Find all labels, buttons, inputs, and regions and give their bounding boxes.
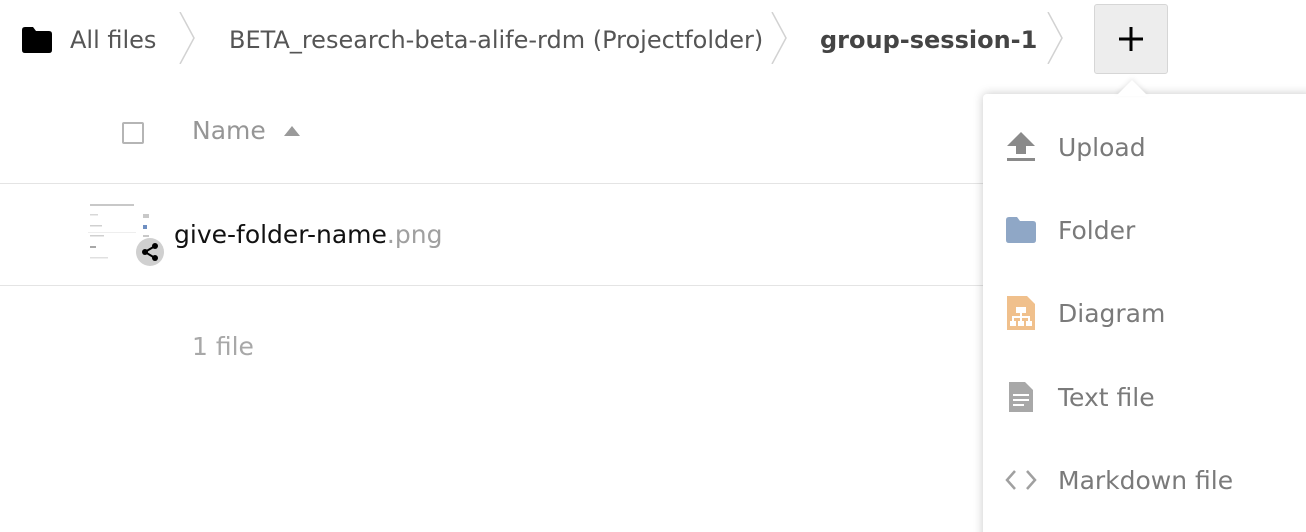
menu-item-diagram[interactable]: Diagram (983, 278, 1306, 348)
menu-item-label: Upload (1058, 132, 1146, 162)
chevron-right-icon (179, 12, 195, 64)
share-icon (142, 243, 158, 261)
breadcrumb-label: All files (70, 26, 157, 54)
share-badge[interactable] (136, 238, 164, 266)
breadcrumb-all-files[interactable]: All files (22, 0, 156, 80)
upload-icon (1005, 129, 1037, 165)
folder-icon (1005, 212, 1037, 248)
menu-item-label: Diagram (1058, 298, 1166, 328)
menu-item-label: Folder (1058, 215, 1136, 245)
add-new-button[interactable] (1094, 4, 1168, 74)
menu-item-label: Markdown file (1058, 465, 1234, 495)
files-app: All files BETA_research-beta-alife-rdm (… (0, 0, 1306, 532)
sort-ascending-icon (283, 125, 300, 136)
file-name-link[interactable]: give-folder-name.png (174, 220, 442, 249)
select-all-checkbox[interactable] (122, 122, 144, 144)
folder-home-icon (22, 27, 52, 53)
breadcrumb-label: group-session-1 (820, 26, 1038, 54)
breadcrumb-current-folder[interactable]: group-session-1 (820, 0, 1037, 80)
markdown-icon (1005, 462, 1037, 498)
new-file-menu: Upload Folder Diagram Text file Markdown… (983, 94, 1306, 532)
sort-by-name-header[interactable]: Name (192, 116, 300, 145)
menu-item-upload[interactable]: Upload (983, 112, 1306, 182)
name-column-label: Name (192, 116, 266, 145)
file-basename: give-folder-name (174, 220, 387, 249)
chevron-right-icon (771, 12, 787, 64)
file-extension: .png (386, 220, 443, 249)
text-file-icon (1005, 379, 1037, 415)
file-count-summary: 1 file (192, 332, 254, 361)
diagram-icon (1005, 295, 1037, 331)
menu-item-label: Text file (1058, 382, 1155, 412)
menu-item-markdown-file[interactable]: Markdown file (983, 445, 1306, 515)
breadcrumb: All files BETA_research-beta-alife-rdm (… (0, 0, 1306, 80)
chevron-right-icon (1047, 12, 1063, 64)
menu-item-text-file[interactable]: Text file (983, 362, 1306, 432)
breadcrumb-label: BETA_research-beta-alife-rdm (Projectfol… (229, 26, 764, 54)
breadcrumb-project-folder[interactable]: BETA_research-beta-alife-rdm (Projectfol… (229, 0, 763, 80)
menu-pointer-arrow (1116, 80, 1148, 96)
menu-item-folder[interactable]: Folder (983, 195, 1306, 265)
plus-icon (1119, 27, 1143, 51)
